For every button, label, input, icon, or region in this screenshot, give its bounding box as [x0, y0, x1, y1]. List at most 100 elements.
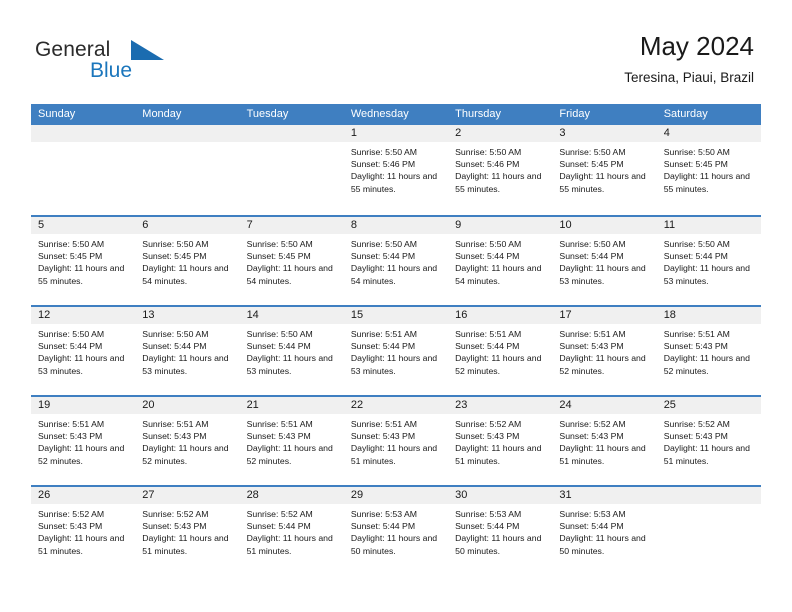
daylight-text: Daylight: 11 hours and 51 minutes. [38, 533, 125, 556]
calendar-day-cell[interactable]: 7 Sunrise: 5:50 AM Sunset: 5:45 PM Daylight… [239, 217, 344, 305]
page-title: May 2024 [639, 31, 754, 61]
sunrise-text: Sunrise: 5:51 AM [455, 329, 522, 339]
calendar-day-cell[interactable]: 6 Sunrise: 5:50 AM Sunset: 5:45 PM Daylight… [135, 217, 240, 305]
sunrise-text: Sunrise: 5:51 AM [350, 329, 418, 339]
day-details: Sunrise: 5:53 AM Sunset: 5:44 PM Daylight:… [552, 504, 656, 557]
sunset-text: Sunset: 5:43 PM [663, 431, 728, 442]
sunset-text: Sunset: 5:45 PM [38, 251, 103, 262]
calendar-day-cell[interactable]: 21 Sunrise: 5:51 AM Sunset: 5:43 PM Dayligh… [239, 397, 344, 485]
day-details: Sunrise: 5:50 AM Sunset: 5:46 PM Daylight:… [344, 142, 448, 195]
calendar-day-cell-empty [31, 125, 136, 215]
calendar-day-cell[interactable]: 30 Sunrise: 5:53 AM Sunset: 5:44 PM Dayligh… [448, 487, 553, 575]
sunrise-text: Sunrise: 5:50 AM [350, 147, 418, 157]
calendar-week-row: 19 Sunrise: 5:51 AM Sunset: 5:43 PM Dayligh… [31, 395, 761, 485]
title-block: May 2024 Teresina, Piaui, Brazil [624, 30, 754, 88]
weekday-header-wednesday: Wednesday [350, 108, 409, 120]
sunset-text: Sunset: 5:44 PM [142, 341, 207, 352]
sunrise-text: Sunrise: 5:51 AM [559, 329, 626, 339]
brand-logo[interactable]: General Blue [35, 38, 225, 90]
calendar-day-cell[interactable]: 8 Sunrise: 5:50 AM Sunset: 5:44 PM Daylight… [343, 217, 449, 305]
calendar-day-cell[interactable]: 15 Sunrise: 5:51 AM Sunset: 5:44 PM Dayligh… [343, 307, 449, 395]
daylight-text: Daylight: 11 hours and 53 minutes. [38, 353, 125, 376]
calendar-day-cell[interactable]: 3 Sunrise: 5:50 AM Sunset: 5:45 PM Daylight… [552, 125, 657, 215]
calendar-day-cell[interactable]: 20 Sunrise: 5:51 AM Sunset: 5:43 PM Dayligh… [135, 397, 240, 485]
calendar-week-row: 5 Sunrise: 5:50 AM Sunset: 5:45 PM Daylight… [31, 215, 761, 305]
sunrise-text: Sunrise: 5:52 AM [455, 419, 522, 429]
daylight-text: Daylight: 11 hours and 51 minutes. [350, 443, 438, 466]
sunrise-text: Sunrise: 5:50 AM [350, 239, 418, 249]
day-details: Sunrise: 5:51 AM Sunset: 5:43 PM Daylight:… [135, 414, 239, 467]
sunset-text: Sunset: 5:43 PM [246, 431, 311, 442]
daylight-text: Daylight: 11 hours and 52 minutes. [142, 443, 229, 466]
sunset-text: Sunset: 5:44 PM [246, 341, 311, 352]
day-details: Sunrise: 5:51 AM Sunset: 5:43 PM Daylight:… [657, 324, 761, 377]
daylight-text: Daylight: 11 hours and 51 minutes. [663, 443, 750, 466]
day-number: 18 [656, 307, 761, 324]
calendar-day-cell[interactable]: 31 Sunrise: 5:53 AM Sunset: 5:44 PM Dayligh… [552, 487, 657, 575]
sunset-text: Sunset: 5:44 PM [455, 341, 520, 352]
sunrise-text: Sunrise: 5:51 AM [38, 419, 105, 429]
day-details: Sunrise: 5:50 AM Sunset: 5:46 PM Daylight:… [448, 142, 552, 195]
day-number: 8 [343, 217, 449, 234]
day-details: Sunrise: 5:50 AM Sunset: 5:44 PM Daylight:… [135, 324, 239, 377]
calendar-day-cell[interactable]: 27 Sunrise: 5:52 AM Sunset: 5:43 PM Dayligh… [135, 487, 240, 575]
calendar-day-cell[interactable]: 10 Sunrise: 5:50 AM Sunset: 5:44 PM Dayligh… [552, 217, 657, 305]
day-details: Sunrise: 5:50 AM Sunset: 5:44 PM Daylight:… [31, 324, 135, 377]
day-number: 9 [448, 217, 553, 234]
calendar-day-cell[interactable]: 22 Sunrise: 5:51 AM Sunset: 5:43 PM Dayligh… [343, 397, 449, 485]
sunset-text: Sunset: 5:44 PM [246, 521, 311, 532]
day-number: 30 [448, 487, 553, 504]
weekday-header-monday: Monday [142, 108, 182, 120]
calendar-day-cell[interactable]: 24 Sunrise: 5:52 AM Sunset: 5:43 PM Dayligh… [552, 397, 657, 485]
calendar-day-cell[interactable]: 14 Sunrise: 5:50 AM Sunset: 5:44 PM Dayligh… [239, 307, 344, 395]
daylight-text: Daylight: 11 hours and 55 minutes. [38, 263, 125, 286]
sunrise-text: Sunrise: 5:51 AM [350, 419, 418, 429]
day-details: Sunrise: 5:50 AM Sunset: 5:45 PM Daylight:… [240, 234, 344, 287]
daylight-text: Daylight: 11 hours and 51 minutes. [246, 533, 333, 556]
calendar-day-cell[interactable]: 9 Sunrise: 5:50 AM Sunset: 5:44 PM Daylight… [448, 217, 553, 305]
sunset-text: Sunset: 5:45 PM [142, 251, 207, 262]
calendar-day-cell[interactable]: 2 Sunrise: 5:50 AM Sunset: 5:46 PM Daylight… [448, 125, 553, 215]
sunset-text: Sunset: 5:43 PM [559, 431, 624, 442]
calendar-day-cell[interactable]: 4 Sunrise: 5:50 AM Sunset: 5:45 PM Daylight… [656, 125, 761, 215]
day-details: Sunrise: 5:50 AM Sunset: 5:44 PM Daylight:… [240, 324, 344, 377]
day-details: Sunrise: 5:50 AM Sunset: 5:44 PM Daylight:… [448, 234, 552, 287]
day-number: 5 [31, 217, 136, 234]
day-number: 29 [343, 487, 449, 504]
daylight-text: Daylight: 11 hours and 53 minutes. [246, 353, 333, 376]
sunrise-text: Sunrise: 5:51 AM [246, 419, 313, 429]
day-details: Sunrise: 5:51 AM Sunset: 5:44 PM Daylight:… [448, 324, 552, 377]
sunset-text: Sunset: 5:44 PM [455, 251, 520, 262]
calendar-day-cell[interactable]: 17 Sunrise: 5:51 AM Sunset: 5:43 PM Dayligh… [552, 307, 657, 395]
day-number: 3 [552, 125, 657, 142]
calendar-day-cell[interactable]: 11 Sunrise: 5:50 AM Sunset: 5:44 PM Dayligh… [656, 217, 761, 305]
weekday-header-saturday: Saturday [663, 108, 708, 120]
calendar-day-cell[interactable]: 16 Sunrise: 5:51 AM Sunset: 5:44 PM Dayligh… [448, 307, 553, 395]
weekday-header-tuesday: Tuesday [246, 108, 289, 120]
weekday-header-row: Sunday Monday Tuesday Wednesday Thursday… [31, 104, 761, 125]
day-details: Sunrise: 5:52 AM Sunset: 5:43 PM Daylight:… [552, 414, 656, 467]
sunrise-text: Sunrise: 5:50 AM [142, 239, 209, 249]
sunset-text: Sunset: 5:46 PM [350, 159, 416, 170]
page-header: General Blue May 2024 Teresina, Piaui, B… [0, 0, 792, 100]
calendar-day-cell[interactable]: 26 Sunrise: 5:52 AM Sunset: 5:43 PM Dayligh… [31, 487, 136, 575]
day-details: Sunrise: 5:51 AM Sunset: 5:43 PM Daylight:… [344, 414, 448, 467]
calendar-day-cell[interactable]: 28 Sunrise: 5:52 AM Sunset: 5:44 PM Dayligh… [239, 487, 344, 575]
calendar-day-cell[interactable]: 13 Sunrise: 5:50 AM Sunset: 5:44 PM Dayligh… [135, 307, 240, 395]
day-number: 4 [656, 125, 761, 142]
calendar-day-cell[interactable]: 5 Sunrise: 5:50 AM Sunset: 5:45 PM Daylight… [31, 217, 136, 305]
calendar-day-cell[interactable]: 29 Sunrise: 5:53 AM Sunset: 5:44 PM Dayligh… [343, 487, 449, 575]
weekday-header-sunday: Sunday [38, 108, 76, 120]
calendar-day-cell[interactable]: 19 Sunrise: 5:51 AM Sunset: 5:43 PM Dayligh… [31, 397, 136, 485]
calendar-day-cell[interactable]: 12 Sunrise: 5:50 AM Sunset: 5:44 PM Dayligh… [31, 307, 136, 395]
sunrise-text: Sunrise: 5:53 AM [455, 509, 522, 519]
day-number: 7 [239, 217, 344, 234]
calendar-day-cell[interactable]: 1 Sunrise: 5:50 AM Sunset: 5:46 PM Daylight… [343, 125, 449, 215]
calendar-day-cell[interactable]: 23 Sunrise: 5:52 AM Sunset: 5:43 PM Dayligh… [448, 397, 553, 485]
calendar-day-cell[interactable]: 25 Sunrise: 5:52 AM Sunset: 5:43 PM Dayligh… [656, 397, 761, 485]
calendar-day-cell[interactable]: 18 Sunrise: 5:51 AM Sunset: 5:43 PM Dayligh… [656, 307, 761, 395]
day-details: Sunrise: 5:52 AM Sunset: 5:43 PM Daylight:… [448, 414, 552, 467]
daylight-text: Daylight: 11 hours and 54 minutes. [142, 263, 229, 286]
sunset-text: Sunset: 5:43 PM [142, 431, 207, 442]
day-details: Sunrise: 5:52 AM Sunset: 5:43 PM Daylight:… [135, 504, 239, 557]
